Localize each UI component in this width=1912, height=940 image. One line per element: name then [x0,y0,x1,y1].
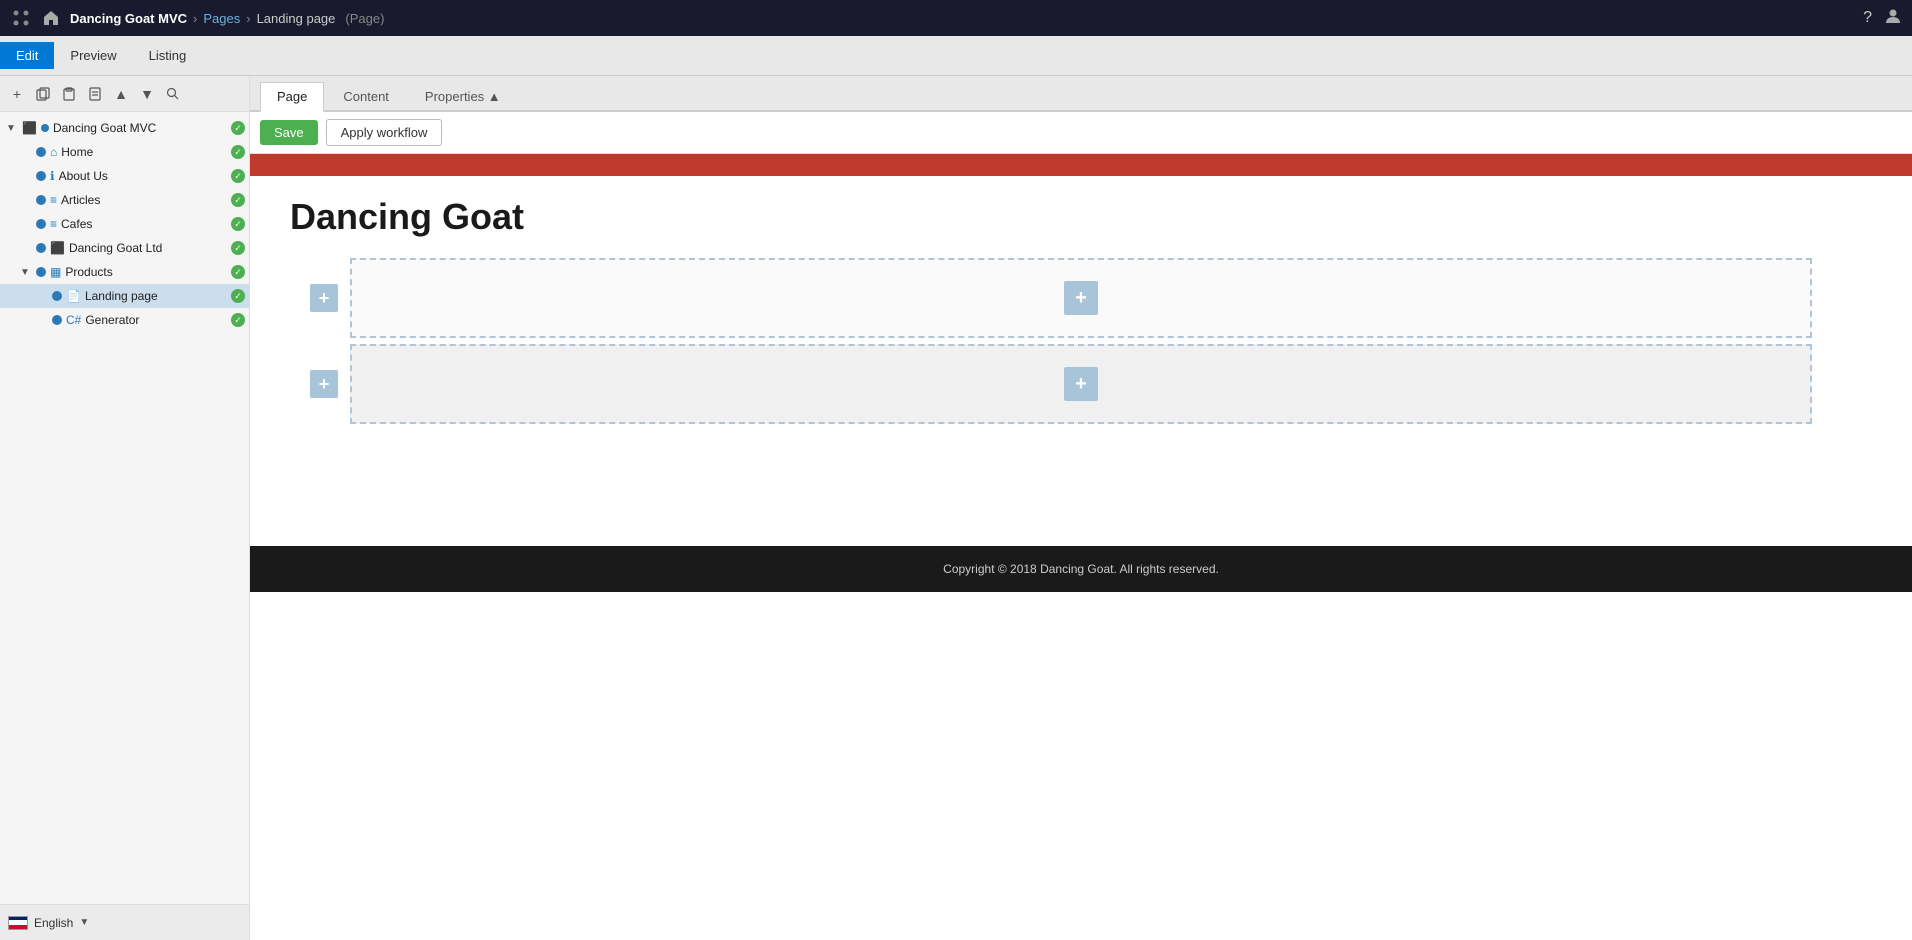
tree-item-landing-page[interactable]: 📄 Landing page [0,284,249,308]
status-icon [231,121,245,135]
doc-node-button[interactable] [84,83,106,105]
csharp-icon: C# [66,313,81,327]
tree-node-icon: ⬛ [22,121,37,135]
page-preview: Dancing Goat + + + + [250,154,1912,940]
sidebar-tree: ▼ ⬛ Dancing Goat MVC ⌂ Home ℹ About Us [0,112,249,904]
add-node-button[interactable]: + [6,83,28,105]
help-icon[interactable]: ? [1863,9,1872,27]
tree-item-label: Cafes [61,217,227,231]
add-zone-2: + [350,344,1812,424]
tree-item-label: Home [61,145,227,159]
status-icon [231,169,245,183]
add-widget-1[interactable]: + [1064,281,1098,315]
tree-item-label: About Us [59,169,227,183]
editbar: Edit Preview Listing [0,36,1912,76]
topbar-actions: ? [1863,7,1902,30]
add-section-left-1[interactable]: + [310,284,338,312]
topbar: Dancing Goat MVC › Pages › Landing page … [0,0,1912,36]
logo-icon[interactable] [10,7,32,29]
pages-link[interactable]: Pages [203,11,240,26]
info-icon: ℹ [50,169,55,183]
tree-item-label: Dancing Goat Ltd [69,241,227,255]
copy-node-button[interactable] [32,83,54,105]
language-dropdown-arrow: ▼ [79,917,89,928]
save-button[interactable]: Save [260,120,318,145]
list-icon-cafes: ≡ [50,217,57,231]
tree-item-label: Landing page [85,289,227,303]
tree-item-cafes[interactable]: ≡ Cafes [0,212,249,236]
grid2-icon: ▦ [50,265,61,279]
tab-page[interactable]: Page [260,82,324,112]
tree-item-dancing-goat-mvc[interactable]: ▼ ⬛ Dancing Goat MVC [0,116,249,140]
doc-icon: 📄 [66,289,81,303]
status-icon [231,241,245,255]
listing-button[interactable]: Listing [133,42,203,69]
tree-item-label: Dancing Goat MVC [53,121,227,135]
tab-bar: Page Content Properties ▲ [250,76,1912,112]
add-section-left-2[interactable]: + [310,370,338,398]
sidebar: + ▲ ▼ ▼ ⬛ Dancing Goat MVC [0,76,250,940]
user-icon[interactable] [1884,7,1902,30]
preview-content: Dancing Goat + + + + [250,176,1912,446]
main-layout: + ▲ ▼ ▼ ⬛ Dancing Goat MVC [0,76,1912,940]
tree-item-articles[interactable]: ≡ Articles [0,188,249,212]
add-zone-1: + [350,258,1812,338]
home-icon: ⌂ [50,145,57,159]
status-icon [231,145,245,159]
status-icon [231,313,245,327]
edit-button[interactable]: Edit [0,42,54,69]
section-row-1: + + [290,258,1872,338]
tree-item-generator[interactable]: C# Generator [0,308,249,332]
breadcrumb-arrow: › [193,11,197,26]
action-bar: Save Apply workflow [250,112,1912,154]
page-title: Dancing Goat [290,196,1872,238]
expand-icon: ▼ [6,123,18,134]
status-icon [231,265,245,279]
paste-node-button[interactable] [58,83,80,105]
list-icon: ≡ [50,193,57,207]
move-down-button[interactable]: ▼ [136,83,158,105]
search-tree-button[interactable] [162,83,184,105]
apply-workflow-button[interactable]: Apply workflow [326,119,443,146]
preview-button[interactable]: Preview [54,42,132,69]
status-icon [231,289,245,303]
tree-item-dancing-goat-ltd[interactable]: ⬛ Dancing Goat Ltd [0,236,249,260]
expand-icon: ▼ [20,267,32,278]
section-row-2: + + [290,344,1872,424]
move-up-button[interactable]: ▲ [110,83,132,105]
status-icon [231,217,245,231]
grid-icon: ⬛ [50,241,65,255]
content-area: Page Content Properties ▲ Save Apply wor… [250,76,1912,940]
tree-item-home[interactable]: ⌂ Home [0,140,249,164]
tree-item-label: Generator [85,313,227,327]
tab-properties[interactable]: Properties ▲ [408,82,518,110]
tree-item-about-us[interactable]: ℹ About Us [0,164,249,188]
current-page-label: Landing page [257,11,336,26]
site-name[interactable]: Dancing Goat MVC [70,11,187,26]
breadcrumb: Dancing Goat MVC › Pages › Landing page … [70,11,1855,26]
add-widget-2[interactable]: + [1064,367,1098,401]
tree-item-products[interactable]: ▼ ▦ Products [0,260,249,284]
preview-container: Dancing Goat + + + + [250,154,1912,940]
tree-item-label: Articles [61,193,227,207]
sidebar-toolbar: + ▲ ▼ [0,76,249,112]
preview-header-bar [250,154,1912,176]
language-selector[interactable]: English ▼ [0,904,249,940]
preview-footer: Copyright © 2018 Dancing Goat. All right… [250,546,1912,592]
page-type-label: (Page) [345,11,384,26]
tree-item-label: Products [65,265,227,279]
language-label: English [34,916,73,930]
tab-content[interactable]: Content [326,82,406,110]
footer-text: Copyright © 2018 Dancing Goat. All right… [943,562,1219,576]
flag-icon [8,916,28,930]
breadcrumb-separator: › [246,11,250,26]
status-icon [231,193,245,207]
app-home-icon[interactable] [40,7,62,29]
